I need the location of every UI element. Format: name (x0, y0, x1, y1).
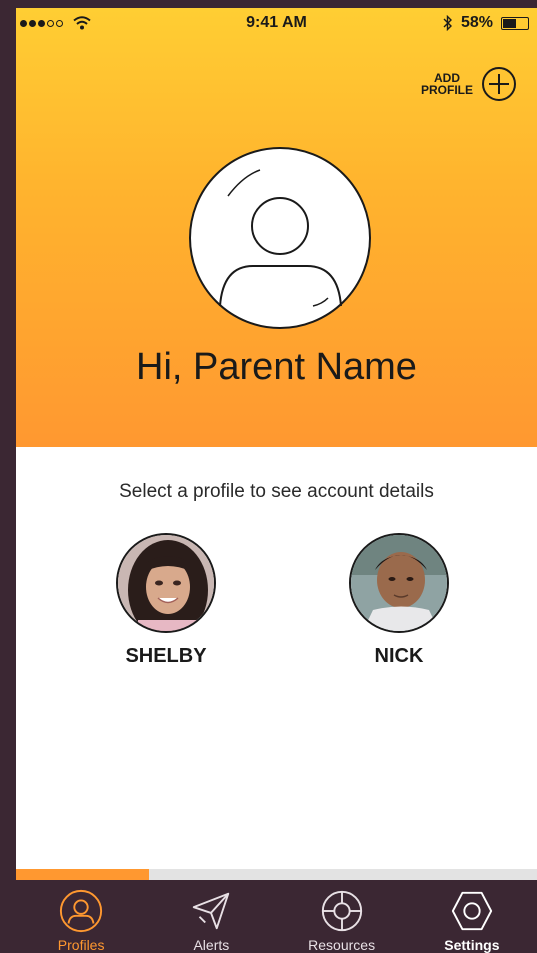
tab-settings[interactable]: Settings (407, 880, 537, 953)
app-screen: 9:41 AM 58% ADD PROFILE Hi, Parent Name … (0, 0, 537, 953)
profile-selection: Select a profile to see account details … (16, 447, 537, 869)
plus-circle-icon (482, 67, 516, 101)
profile-photo (349, 533, 449, 633)
profile-name: NICK (374, 645, 424, 667)
instruction-text: Select a profile to see account details (119, 481, 434, 502)
tab-bar: Profiles Alerts Resources Settings (16, 880, 537, 953)
frame-top (0, 0, 537, 8)
header: 9:41 AM 58% ADD PROFILE Hi, Parent Name (16, 8, 537, 447)
tab-alerts[interactable]: Alerts (146, 880, 276, 953)
tab-label: Alerts (193, 937, 230, 953)
bluetooth-icon (443, 15, 452, 31)
wifi-icon (73, 16, 91, 30)
battery-icon (501, 16, 529, 30)
add-profile-label: ADD PROFILE (420, 71, 473, 97)
progress-bar (16, 869, 537, 880)
hexagon-nut-icon (451, 891, 492, 931)
profile-icon (60, 889, 103, 933)
status-bar: 9:41 AM 58% (16, 8, 537, 38)
tab-label: Resources (308, 937, 376, 953)
lifebuoy-icon (321, 890, 362, 932)
tab-label: Settings (444, 937, 500, 953)
profile-card-shelby[interactable]: SHELBY (106, 533, 226, 668)
tab-profiles[interactable]: Profiles (16, 880, 146, 953)
profile-photo (116, 533, 216, 633)
paper-plane-icon (193, 892, 230, 930)
profile-card-nick[interactable]: NICK (339, 533, 459, 668)
battery-percent: 58% (460, 14, 493, 31)
progress-fill (16, 869, 149, 880)
profile-name: SHELBY (125, 645, 207, 667)
tab-resources[interactable]: Resources (277, 880, 407, 953)
add-profile-button[interactable]: ADD PROFILE (421, 66, 517, 102)
frame-left (0, 0, 16, 953)
greeting: Hi, Parent Name (136, 346, 417, 388)
signal-strength-icon (20, 19, 63, 27)
parent-avatar[interactable] (188, 146, 372, 330)
tab-label: Profiles (57, 937, 105, 953)
